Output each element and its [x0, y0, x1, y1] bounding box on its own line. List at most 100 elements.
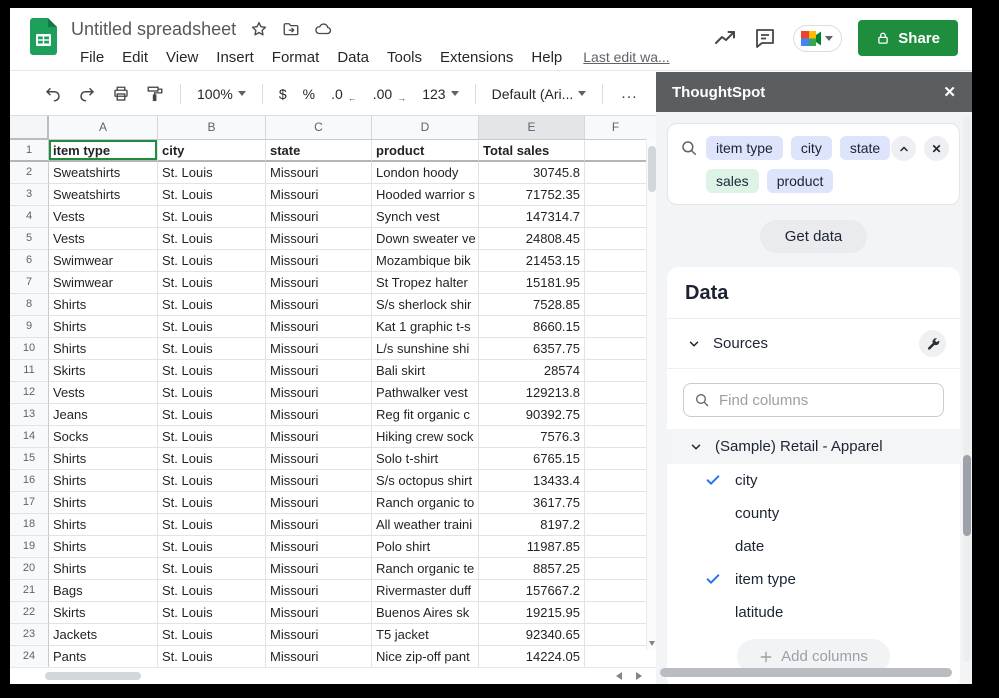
- cell-F8[interactable]: [585, 294, 646, 316]
- star-icon[interactable]: [250, 20, 268, 38]
- format-currency-button[interactable]: $: [273, 83, 293, 105]
- cell-B17[interactable]: St. Louis: [158, 492, 266, 514]
- source-column-city[interactable]: city: [667, 464, 960, 497]
- panel-horizontal-scrollbar[interactable]: [660, 668, 958, 677]
- format-percent-button[interactable]: %: [297, 83, 321, 105]
- cell-E20[interactable]: 8857.25: [479, 558, 585, 580]
- number-format-button[interactable]: 123: [416, 83, 464, 105]
- row-number-5[interactable]: 5: [10, 228, 49, 250]
- cell-F22[interactable]: [585, 602, 646, 624]
- search-token-state[interactable]: state: [840, 136, 890, 160]
- cell-F18[interactable]: [585, 514, 646, 536]
- cell-A3[interactable]: Sweatshirts: [49, 184, 158, 206]
- menu-edit[interactable]: Edit: [113, 47, 157, 68]
- search-token-item-type[interactable]: item type: [706, 136, 783, 160]
- cell-C7[interactable]: Missouri: [266, 272, 372, 294]
- cell-E5[interactable]: 24808.45: [479, 228, 585, 250]
- cell-E4[interactable]: 147314.7: [479, 206, 585, 228]
- cell-B23[interactable]: St. Louis: [158, 624, 266, 646]
- cell-E1[interactable]: Total sales: [479, 140, 585, 162]
- cell-B7[interactable]: St. Louis: [158, 272, 266, 294]
- cell-A23[interactable]: Jackets: [49, 624, 158, 646]
- panel-close-button[interactable]: ✕: [943, 83, 956, 101]
- column-header-F[interactable]: F: [585, 116, 646, 140]
- cell-F15[interactable]: [585, 448, 646, 470]
- cell-A5[interactable]: Vests: [49, 228, 158, 250]
- source-column-latitude[interactable]: latitude: [667, 596, 960, 629]
- document-title[interactable]: Untitled spreadsheet: [71, 19, 236, 40]
- cell-F24[interactable]: [585, 646, 646, 667]
- cell-E19[interactable]: 11987.85: [479, 536, 585, 558]
- cell-B3[interactable]: St. Louis: [158, 184, 266, 206]
- zoom-select[interactable]: 100%: [191, 83, 252, 105]
- row-number-20[interactable]: 20: [10, 558, 49, 580]
- print-button[interactable]: [106, 81, 136, 107]
- cell-B21[interactable]: St. Louis: [158, 580, 266, 602]
- paint-format-button[interactable]: [140, 81, 170, 107]
- select-all-corner[interactable]: [10, 116, 49, 140]
- cell-E6[interactable]: 21453.15: [479, 250, 585, 272]
- cell-B14[interactable]: St. Louis: [158, 426, 266, 448]
- collapse-search-button[interactable]: [891, 136, 916, 161]
- menu-tools[interactable]: Tools: [378, 47, 431, 68]
- cell-B20[interactable]: St. Louis: [158, 558, 266, 580]
- cell-D11[interactable]: Bali skirt: [372, 360, 479, 382]
- cell-D24[interactable]: Nice zip-off pant: [372, 646, 479, 667]
- cell-A18[interactable]: Shirts: [49, 514, 158, 536]
- cell-B1[interactable]: city: [158, 140, 266, 162]
- cell-B18[interactable]: St. Louis: [158, 514, 266, 536]
- cell-B22[interactable]: St. Louis: [158, 602, 266, 624]
- cell-E10[interactable]: 6357.75: [479, 338, 585, 360]
- cell-A11[interactable]: Skirts: [49, 360, 158, 382]
- grid-horizontal-scrollbar-thumb[interactable]: [45, 672, 141, 680]
- cell-D9[interactable]: Kat 1 graphic t-s: [372, 316, 479, 338]
- cell-C14[interactable]: Missouri: [266, 426, 372, 448]
- cell-B5[interactable]: St. Louis: [158, 228, 266, 250]
- cell-F23[interactable]: [585, 624, 646, 646]
- row-number-2[interactable]: 2: [10, 162, 49, 184]
- cell-F7[interactable]: [585, 272, 646, 294]
- cell-C4[interactable]: Missouri: [266, 206, 372, 228]
- cell-E21[interactable]: 157667.2: [479, 580, 585, 602]
- cell-F1[interactable]: [585, 140, 646, 162]
- cell-A12[interactable]: Vests: [49, 382, 158, 404]
- source-column-county[interactable]: county: [667, 497, 960, 530]
- cell-D22[interactable]: Buenos Aires sk: [372, 602, 479, 624]
- cell-E17[interactable]: 3617.75: [479, 492, 585, 514]
- cell-E23[interactable]: 92340.65: [479, 624, 585, 646]
- cell-E2[interactable]: 30745.8: [479, 162, 585, 184]
- row-number-19[interactable]: 19: [10, 536, 49, 558]
- comment-icon[interactable]: [753, 26, 777, 50]
- cell-A15[interactable]: Shirts: [49, 448, 158, 470]
- row-number-15[interactable]: 15: [10, 448, 49, 470]
- cell-B11[interactable]: St. Louis: [158, 360, 266, 382]
- cell-D13[interactable]: Reg fit organic c: [372, 404, 479, 426]
- cell-B13[interactable]: St. Louis: [158, 404, 266, 426]
- cell-C20[interactable]: Missouri: [266, 558, 372, 580]
- column-header-D[interactable]: D: [372, 116, 479, 140]
- row-number-16[interactable]: 16: [10, 470, 49, 492]
- scroll-right-arrow-icon[interactable]: [636, 672, 642, 680]
- cell-C11[interactable]: Missouri: [266, 360, 372, 382]
- cell-F11[interactable]: [585, 360, 646, 382]
- row-number-7[interactable]: 7: [10, 272, 49, 294]
- source-group-row[interactable]: (Sample) Retail - Apparel: [667, 429, 960, 464]
- cell-A19[interactable]: Shirts: [49, 536, 158, 558]
- cell-C16[interactable]: Missouri: [266, 470, 372, 492]
- sources-settings-button[interactable]: [919, 330, 946, 357]
- column-header-B[interactable]: B: [158, 116, 266, 140]
- scroll-left-arrow-icon[interactable]: [616, 672, 622, 680]
- row-number-1[interactable]: 1: [10, 140, 49, 162]
- cell-E8[interactable]: 7528.85: [479, 294, 585, 316]
- cell-A7[interactable]: Swimwear: [49, 272, 158, 294]
- cell-D2[interactable]: London hoody: [372, 162, 479, 184]
- cell-C9[interactable]: Missouri: [266, 316, 372, 338]
- cell-D4[interactable]: Synch vest: [372, 206, 479, 228]
- cell-D16[interactable]: S/s octopus shirt: [372, 470, 479, 492]
- cell-F16[interactable]: [585, 470, 646, 492]
- cell-B24[interactable]: St. Louis: [158, 646, 266, 667]
- menu-data[interactable]: Data: [328, 47, 378, 68]
- cell-D7[interactable]: St Tropez halter: [372, 272, 479, 294]
- find-columns-input[interactable]: [719, 392, 933, 409]
- panel-vertical-scrollbar[interactable]: [963, 116, 971, 662]
